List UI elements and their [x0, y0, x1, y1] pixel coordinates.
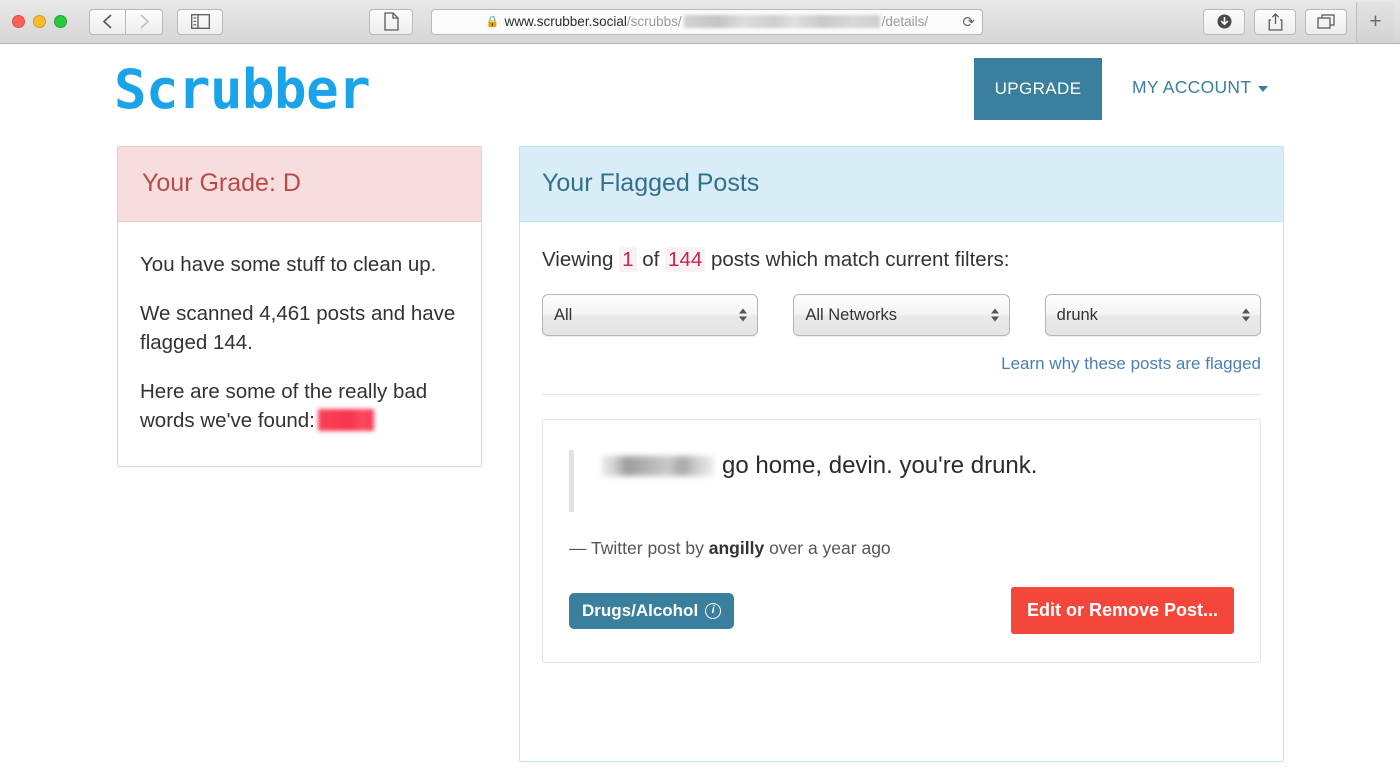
- quote-bar: [569, 450, 574, 512]
- grade-panel: Your Grade: D You have some stuff to cle…: [117, 146, 482, 467]
- keyword-filter-select[interactable]: drunk: [1044, 294, 1261, 336]
- post-attribution: — Twitter post by angilly over a year ag…: [569, 538, 1234, 559]
- grade-title: Your Grade: D: [142, 169, 301, 197]
- filter-row: All All Networks drunk: [542, 294, 1261, 336]
- url-text: 🔒 www.scrubber.social /scrubbs/ /details…: [486, 14, 928, 29]
- stepper-arrows-icon: [990, 308, 999, 322]
- post-quote: go home, devin. you're drunk.: [569, 450, 1234, 512]
- category-badge-label: Drugs/Alcohol: [582, 600, 699, 620]
- viewing-total-count: 144: [665, 247, 706, 272]
- viewing-suffix: posts which match current filters:: [710, 248, 1010, 271]
- my-account-label: MY ACCOUNT: [1132, 77, 1252, 97]
- viewing-current-count: 1: [619, 247, 637, 272]
- attribution-author: angilly: [708, 538, 765, 558]
- stepper-arrows-icon: [1241, 308, 1250, 322]
- url-host: www.scrubber.social: [504, 14, 627, 29]
- new-tab-button[interactable]: +: [1356, 1, 1394, 42]
- viewing-of: of: [642, 248, 660, 271]
- navigation-buttons: [89, 8, 163, 35]
- grade-scan-stats: We scanned 4,461 posts and have flagged …: [140, 302, 456, 355]
- edit-or-remove-post-button[interactable]: Edit or Remove Post...: [1010, 587, 1234, 634]
- close-window-button[interactable]: [12, 15, 25, 28]
- keyword-filter-value: drunk: [1056, 305, 1098, 324]
- page-content: Scrubber UPGRADE MY ACCOUNT Your Grade: …: [0, 44, 1400, 775]
- my-account-menu[interactable]: MY ACCOUNT: [1132, 77, 1269, 98]
- post-footer: Drugs/Alcohol i Edit or Remove Post...: [569, 587, 1234, 634]
- site-logo[interactable]: Scrubber: [114, 58, 371, 121]
- flagged-panel-header: Your Flagged Posts: [520, 147, 1283, 222]
- learn-link-row: Learn why these posts are flagged: [542, 354, 1261, 374]
- share-button[interactable]: [1254, 8, 1296, 35]
- window-controls: [12, 15, 67, 28]
- chevron-right-icon: [139, 14, 149, 29]
- new-tab-label: +: [1369, 9, 1382, 33]
- toolbar-right-group: +: [1203, 1, 1400, 42]
- flagged-post-card: go home, devin. you're drunk. — Twitter …: [542, 419, 1261, 663]
- type-filter-select[interactable]: All: [542, 294, 759, 336]
- show-tabs-button[interactable]: [1305, 8, 1347, 35]
- viewing-prefix: Viewing: [542, 248, 614, 271]
- network-filter-select[interactable]: All Networks: [793, 294, 1010, 336]
- maximize-window-button[interactable]: [54, 15, 67, 28]
- minimize-window-button[interactable]: [33, 15, 46, 28]
- grade-panel-body: You have some stuff to clean up. We scan…: [118, 222, 481, 466]
- forward-button[interactable]: [126, 8, 163, 35]
- flagged-panel-title: Your Flagged Posts: [542, 169, 760, 197]
- downloads-button[interactable]: [1203, 8, 1245, 35]
- info-circle-icon[interactable]: i: [705, 602, 722, 619]
- download-icon: [1217, 14, 1231, 29]
- network-filter-value: All Networks: [805, 305, 898, 324]
- viewing-summary: Viewing 1 of 144 posts which match curre…: [542, 247, 1261, 272]
- sidebar-toggle-icon: [190, 14, 210, 29]
- post-body-text: go home, devin. you're drunk.: [722, 452, 1038, 479]
- stepper-arrows-icon: [739, 308, 748, 322]
- back-button[interactable]: [89, 8, 126, 35]
- flagged-panel-body: Viewing 1 of 144 posts which match curre…: [520, 222, 1283, 663]
- address-bar[interactable]: 🔒 www.scrubber.social /scrubbs/ /details…: [431, 8, 983, 35]
- reader-view-icon: [383, 12, 399, 31]
- attribution-suffix: over a year ago: [769, 538, 891, 558]
- section-divider: [542, 394, 1261, 395]
- sidebar-toggle-button[interactable]: [177, 8, 223, 35]
- chevron-down-icon: [1258, 86, 1269, 92]
- share-icon: [1268, 12, 1282, 31]
- site-header: Scrubber UPGRADE MY ACCOUNT: [0, 44, 1400, 149]
- upgrade-button[interactable]: UPGRADE: [974, 58, 1102, 120]
- chevron-left-icon: [102, 14, 112, 29]
- grade-panel-header: Your Grade: D: [118, 147, 481, 222]
- browser-toolbar: 🔒 www.scrubber.social /scrubbs/ /details…: [0, 0, 1400, 44]
- url-path-suffix: /details/: [881, 14, 929, 29]
- learn-why-flagged-link[interactable]: Learn why these posts are flagged: [1001, 354, 1261, 373]
- type-filter-value: All: [554, 305, 573, 324]
- flagged-posts-panel: Your Flagged Posts Viewing 1 of 144 post…: [519, 146, 1284, 762]
- post-text: go home, devin. you're drunk.: [602, 450, 1037, 481]
- redacted-word-block: [317, 409, 374, 432]
- url-redacted-segment: [683, 15, 880, 28]
- grade-summary-line: You have some stuff to clean up.: [140, 253, 437, 276]
- reload-button[interactable]: ⟳: [962, 13, 975, 31]
- category-badge[interactable]: Drugs/Alcohol i: [569, 592, 735, 629]
- url-path-prefix: /scrubbs/: [626, 14, 682, 29]
- reader-view-button[interactable]: [369, 8, 413, 35]
- attribution-prefix: — Twitter post by: [569, 538, 704, 558]
- redacted-handle-block: [602, 455, 714, 476]
- show-tabs-icon: [1317, 13, 1335, 29]
- upgrade-button-label: UPGRADE: [994, 79, 1082, 98]
- lock-icon: 🔒: [485, 16, 500, 28]
- grade-bad-words-text: Here are some of the really bad words we…: [140, 380, 428, 433]
- grade-bad-words-line: Here are some of the really bad words we…: [140, 377, 459, 435]
